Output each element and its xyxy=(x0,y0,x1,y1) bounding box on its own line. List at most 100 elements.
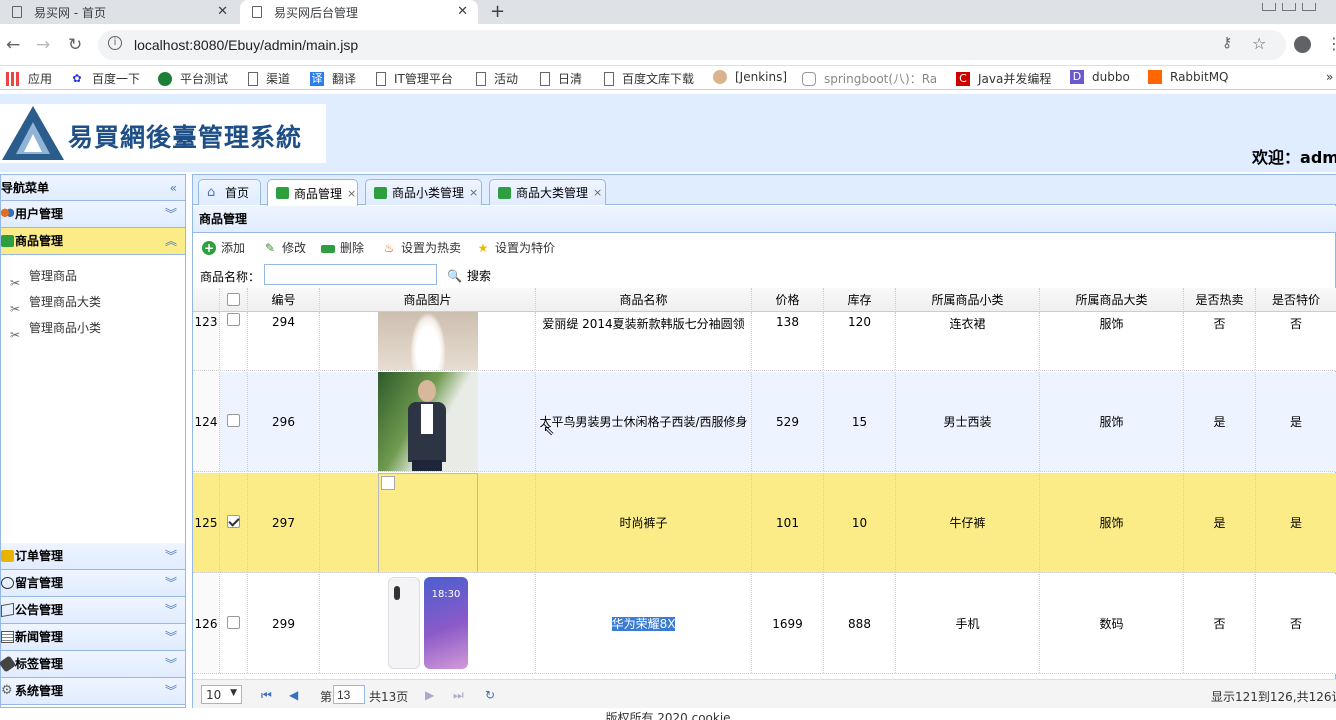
row-checkbox-cell[interactable] xyxy=(220,372,248,471)
star-icon[interactable]: ☆ xyxy=(1252,34,1266,53)
bookmark-rabbitmq[interactable]: RabbitMQ xyxy=(1148,70,1229,84)
bookmark-java[interactable]: C Java并发编程 xyxy=(956,70,1051,87)
url-text[interactable]: localhost:8080/Ebuy/admin/main.jsp xyxy=(134,37,358,53)
row-checkbox[interactable] xyxy=(227,313,240,326)
product-special: 否 xyxy=(1256,574,1336,673)
users-icon xyxy=(1,208,14,220)
last-page-icon[interactable]: ⏭ xyxy=(453,688,464,703)
delete-button[interactable]: 删除 xyxy=(321,239,364,256)
menu-user-management[interactable]: 用户管理 ︾ xyxy=(1,201,185,228)
search-button[interactable]: 🔍 搜索 xyxy=(447,267,491,284)
profile-icon[interactable] xyxy=(1294,36,1311,53)
bookmark-it[interactable]: IT管理平台 xyxy=(376,70,453,87)
menu-notice-management[interactable]: 公告管理 ︾ xyxy=(1,597,185,624)
menu-icon[interactable]: ⋮ xyxy=(1326,34,1336,53)
bookmark-springboot[interactable]: springboot(八)：Ra xyxy=(802,70,937,87)
bookmark-channel[interactable]: 渠道 xyxy=(248,70,290,87)
key-icon[interactable]: ⚷ xyxy=(1222,35,1232,51)
tab-product-management[interactable]: 商品管理 × xyxy=(267,179,358,206)
close-tab-icon[interactable]: ✕ xyxy=(217,4,228,19)
product-price: 529 xyxy=(752,372,824,471)
close-icon[interactable]: × xyxy=(593,186,602,199)
logo-text: 易買網後臺管理系統 xyxy=(68,123,303,152)
column-header[interactable]: 编号 xyxy=(248,288,320,312)
product-big-category: 服饰 xyxy=(1040,473,1184,572)
edit-button[interactable]: ✎ 修改 xyxy=(263,239,306,256)
bookmark-test[interactable]: 平台测试 xyxy=(158,70,228,87)
add-icon: + xyxy=(202,240,216,255)
column-header[interactable]: 商品名称 xyxy=(536,288,752,312)
column-header[interactable]: 所属商品小类 xyxy=(896,288,1040,312)
bookmark-daily[interactable]: 日清 xyxy=(540,70,582,87)
product-name-input[interactable] xyxy=(264,264,437,285)
column-header[interactable]: 所属商品大类 xyxy=(1040,288,1184,312)
browser-tab-strip: 易买网 - 首页 ✕ 易买网后台管理 ✕ + xyxy=(0,0,1336,24)
welcome-text: 欢迎：admi xyxy=(1252,148,1336,167)
logo: 易買網後臺管理系統 xyxy=(0,104,326,163)
column-header[interactable]: 是否热卖 xyxy=(1184,288,1256,312)
menu-message-management[interactable]: 留言管理 ︾ xyxy=(1,570,185,597)
bookmark-dubbo[interactable]: Ddubbo xyxy=(1070,70,1130,84)
table-row[interactable]: 123 294 爱丽缇 2014夏装新款韩版七分袖圆领 138 120 连衣裙 … xyxy=(193,312,1336,371)
apps-icon xyxy=(6,71,20,86)
menu-order-management[interactable]: 订单管理 ︾ xyxy=(1,543,185,570)
tab-big-category-management[interactable]: 商品大类管理 × xyxy=(489,179,606,205)
menu-tag-management[interactable]: 标签管理 ︾ xyxy=(0,651,185,678)
select-all-header[interactable] xyxy=(220,288,248,312)
menu-system-management[interactable]: ⚙ 系统管理 ︾ xyxy=(1,678,185,705)
tab-small-category-management[interactable]: 商品小类管理 × xyxy=(365,179,482,205)
bookmark-activity[interactable]: 活动 xyxy=(476,70,518,87)
product-big-category: 服饰 xyxy=(1040,372,1184,471)
row-checkbox[interactable] xyxy=(227,616,240,629)
next-page-icon[interactable]: ▶ xyxy=(425,688,434,702)
close-tab-icon[interactable]: ✕ xyxy=(457,4,468,19)
new-tab-button[interactable]: + xyxy=(490,1,505,22)
page-size-select[interactable]: 10 ▼ xyxy=(201,685,242,704)
page-number-input[interactable] xyxy=(333,685,365,704)
close-icon[interactable]: × xyxy=(347,187,356,200)
product-image-cell xyxy=(320,473,536,572)
collapse-left-icon[interactable]: « xyxy=(170,175,177,201)
add-button[interactable]: + 添加 xyxy=(202,239,245,256)
set-special-button[interactable]: ★ 设置为特价 xyxy=(476,239,555,256)
refresh-icon[interactable]: ↻ xyxy=(485,688,495,702)
row-checkbox-cell[interactable] xyxy=(220,574,248,673)
table-row[interactable]: 124 296 太平鸟男装男士休闲格子西装/西服修身 529 15 男士西装 服… xyxy=(193,372,1336,472)
column-header[interactable]: 价格 xyxy=(752,288,824,312)
info-icon[interactable]: i xyxy=(108,36,122,50)
column-header[interactable]: 商品图片 xyxy=(320,288,536,312)
set-hot-button[interactable]: ♨ 设置为热卖 xyxy=(382,239,461,256)
reload-icon[interactable]: ↻ xyxy=(68,35,82,55)
bookmark-baidu[interactable]: ✿ 百度一下 xyxy=(70,70,140,87)
menu-news-management[interactable]: 新闻管理 ︾ xyxy=(1,624,185,651)
row-checkbox-cell[interactable] xyxy=(220,312,248,370)
menu-item-manage-small-categories[interactable]: ✂ 管理商品小类 xyxy=(1,315,185,342)
row-checkbox-checked[interactable] xyxy=(227,515,240,528)
column-header[interactable]: 库存 xyxy=(824,288,896,312)
menu-item-manage-products[interactable]: ✂ 管理商品 xyxy=(1,263,185,290)
menu-product-management[interactable]: 商品管理 ︽ xyxy=(1,228,185,255)
first-page-icon[interactable]: ⏮ xyxy=(261,688,272,703)
bookmarks-more[interactable]: » xyxy=(1326,70,1333,84)
browser-tab-admin[interactable]: 易买网后台管理 ✕ xyxy=(240,0,478,24)
bookmark-wenku[interactable]: 百度文库下载 xyxy=(604,70,694,87)
column-header[interactable]: 是否特价 xyxy=(1256,288,1336,312)
forward-icon[interactable]: → xyxy=(36,35,50,55)
close-icon[interactable]: × xyxy=(469,186,478,199)
bookmark-apps[interactable]: 应用 xyxy=(6,70,52,87)
table-row[interactable]: 126 299 18:30 华为荣耀8X 1699 888 手机 数码 否 否 xyxy=(193,574,1336,674)
prev-page-icon[interactable]: ◀ xyxy=(289,688,298,702)
row-checkbox-cell[interactable] xyxy=(220,473,248,572)
browser-tab-home[interactable]: 易买网 - 首页 ✕ xyxy=(0,0,238,24)
row-checkbox[interactable] xyxy=(227,414,240,427)
grid-icon xyxy=(374,186,387,199)
select-all-checkbox[interactable] xyxy=(227,293,240,306)
menu-item-manage-big-categories[interactable]: ✂ 管理商品大类 xyxy=(1,289,185,316)
tab-home[interactable]: ⌂ 首页 xyxy=(198,179,261,205)
window-controls[interactable] xyxy=(1256,0,1336,11)
table-row-selected[interactable]: 125 297 时尚裤子 101 10 牛仔裤 服饰 是 是 xyxy=(193,473,1336,573)
bookmark-translate[interactable]: 译翻译 xyxy=(310,70,356,87)
back-icon[interactable]: ← xyxy=(6,35,20,55)
bookmark-jenkins[interactable]: [Jenkins] xyxy=(713,70,787,84)
product-hot: 是 xyxy=(1184,473,1256,572)
